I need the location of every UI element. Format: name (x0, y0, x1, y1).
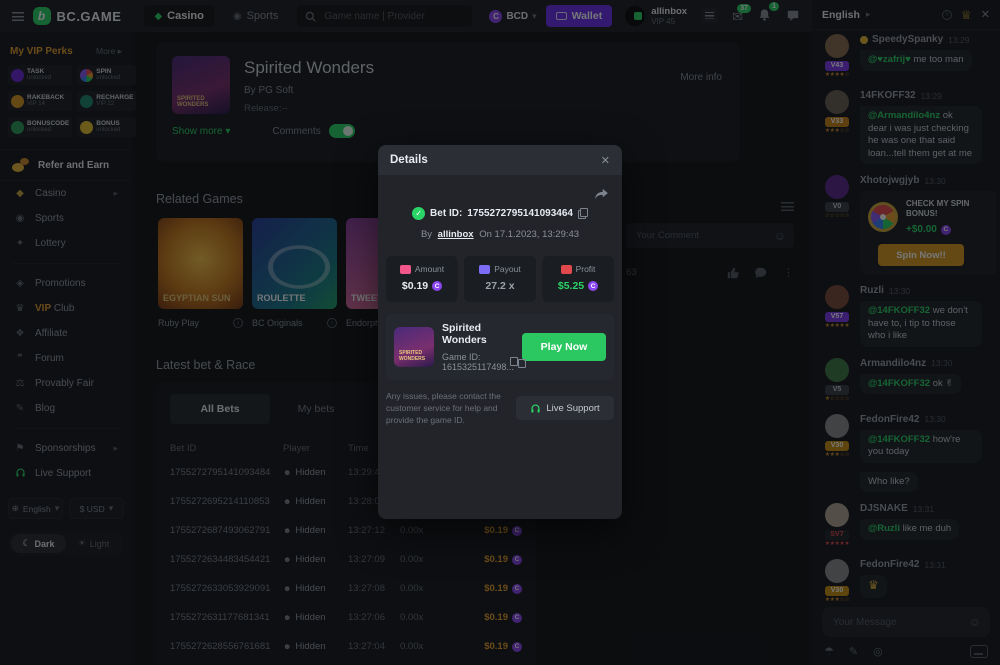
share-icon[interactable] (594, 187, 608, 205)
play-now-button[interactable]: Play Now (522, 333, 606, 361)
success-check-icon: ✓ (412, 207, 425, 220)
copy-icon[interactable] (578, 208, 588, 219)
stat-payout: Payout 27.2 x (464, 256, 536, 302)
modal-title: Details (390, 154, 428, 166)
profit-icon (561, 265, 572, 274)
bc-game-app: b BC.GAME ◆ Casino ◉ Sports C BCD ▾ Wall… (0, 0, 1000, 665)
support-note: Any issues, please contact the customer … (386, 390, 508, 426)
modal-game-name: Spirited Wonders (442, 322, 514, 346)
game-id: Game ID: 1615325117498... (442, 352, 514, 372)
bcd-coin-icon: C (588, 281, 598, 291)
bet-stats: Amount $0.19C Payout 27.2 x Profit $5.25… (386, 256, 614, 302)
headset-icon (530, 403, 541, 414)
modal-game-card: SPIRITED WONDERS Spirited Wonders Game I… (386, 314, 614, 380)
live-support-button[interactable]: Live Support (516, 396, 614, 420)
bet-user-link[interactable]: allinbox (438, 229, 474, 240)
modal-close-icon[interactable]: ✕ (601, 154, 610, 167)
stat-profit: Profit $5.25C (542, 256, 614, 302)
game-thumbnail[interactable]: SPIRITED WONDERS (394, 327, 434, 367)
bet-id-value: 1755272795141093464 (467, 208, 573, 219)
bet-datetime: On 17.1.2023, 13:29:43 (479, 229, 579, 240)
bet-id-label: Bet ID: (430, 208, 462, 219)
bcd-coin-icon: C (432, 281, 442, 291)
amount-icon (400, 265, 411, 274)
bet-details-modal: Details ✕ ✓ Bet ID: 1755272795141093464 … (378, 145, 622, 519)
payout-icon (479, 265, 490, 274)
stat-amount: Amount $0.19C (386, 256, 458, 302)
